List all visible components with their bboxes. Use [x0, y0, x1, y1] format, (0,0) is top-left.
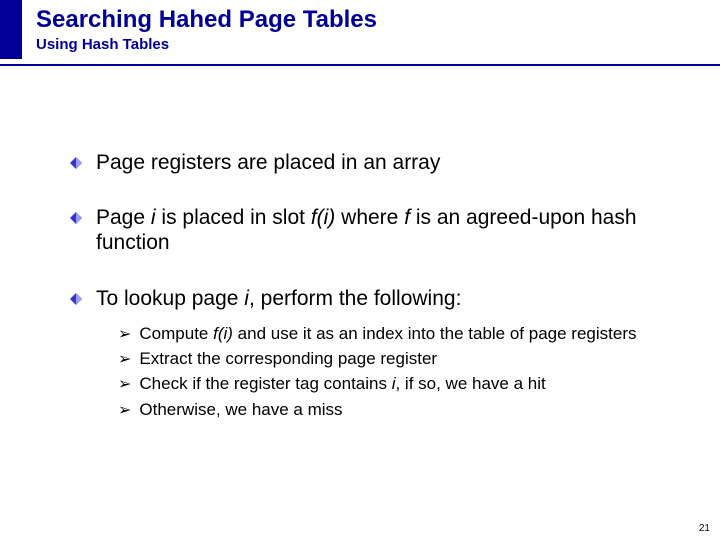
sub-text: Extract the corresponding page register: [139, 348, 437, 369]
text-fragment: , perform the following:: [249, 287, 461, 310]
bullet-item: Page i is placed in slot f(i) where f is…: [70, 205, 670, 255]
sub-text: Check if the register tag contains i, if…: [139, 373, 545, 394]
diamond-bullet-icon: [70, 212, 82, 224]
chevron-bullet-icon: ➢: [118, 349, 131, 369]
chevron-bullet-icon: ➢: [118, 374, 131, 394]
sub-item: ➢ Compute f(i) and use it as an index in…: [118, 323, 670, 344]
bullet-item: Page registers are placed in an array: [70, 150, 670, 175]
diamond-bullet-icon: [70, 157, 82, 169]
text-fragment: and use it as an index into the table of…: [233, 324, 637, 343]
italic-fragment: f(i): [213, 324, 233, 343]
slide-subtitle: Using Hash Tables: [36, 36, 720, 53]
bullet-item: To lookup page i, perform the following:: [70, 286, 670, 311]
text-fragment: Check if the register tag contains: [139, 374, 391, 393]
sub-list: ➢ Compute f(i) and use it as an index in…: [118, 323, 670, 420]
sub-item: ➢ Extract the corresponding page registe…: [118, 348, 670, 369]
sub-item: ➢ Otherwise, we have a miss: [118, 399, 670, 420]
sub-item: ➢ Check if the register tag contains i, …: [118, 373, 670, 394]
bullet-text: Page registers are placed in an array: [96, 150, 440, 175]
text-fragment: Page: [96, 206, 151, 229]
slide-body: Page registers are placed in an array Pa…: [70, 150, 670, 424]
italic-fragment: f(i): [311, 206, 336, 229]
chevron-bullet-icon: ➢: [118, 324, 131, 344]
slide-title: Searching Hahed Page Tables: [36, 6, 720, 34]
bullet-text: Page i is placed in slot f(i) where f is…: [96, 205, 670, 255]
page-number: 21: [699, 523, 710, 534]
bullet-text: To lookup page i, perform the following:: [96, 286, 461, 311]
header-rule: [0, 64, 720, 66]
title-box: Searching Hahed Page Tables Using Hash T…: [0, 0, 720, 59]
text-fragment: To lookup page: [96, 287, 244, 310]
slide-header: Searching Hahed Page Tables Using Hash T…: [0, 0, 720, 59]
text-fragment: Compute: [139, 324, 213, 343]
text-fragment: is placed in slot: [156, 206, 311, 229]
diamond-bullet-icon: [70, 293, 82, 305]
text-fragment: , if so, we have a hit: [395, 374, 545, 393]
text-fragment: where: [335, 206, 404, 229]
sub-text: Compute f(i) and use it as an index into…: [139, 323, 636, 344]
sub-text: Otherwise, we have a miss: [139, 399, 342, 420]
chevron-bullet-icon: ➢: [118, 400, 131, 420]
